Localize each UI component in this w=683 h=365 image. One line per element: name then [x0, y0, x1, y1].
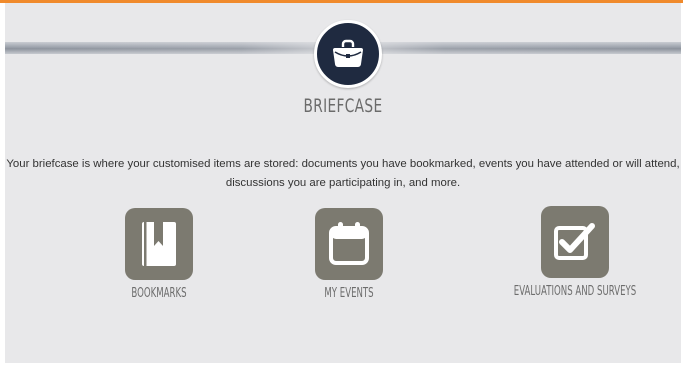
- page-title: BRIEFCASE: [303, 95, 383, 117]
- bookmarks-label[interactable]: BOOKMARKS: [113, 286, 205, 301]
- my-events-label[interactable]: MY EVENTS: [303, 286, 395, 301]
- calendar-icon[interactable]: [315, 208, 383, 280]
- intro-line-1: Your briefcase is where your customised …: [6, 158, 680, 170]
- evaluations-surveys-tile[interactable]: EVALUATIONS AND SURVEYS: [475, 206, 675, 299]
- intro-line-2: discussions you are participating in, an…: [225, 177, 461, 189]
- bookmark-icon[interactable]: [125, 208, 193, 280]
- evaluations-surveys-label[interactable]: EVALUATIONS AND SURVEYS: [509, 284, 641, 299]
- checkbox-icon[interactable]: [541, 206, 609, 278]
- intro-text: Your briefcase is where your customised …: [5, 155, 681, 193]
- briefcase-panel: BRIEFCASE Your briefcase is where your c…: [5, 3, 681, 363]
- bookmarks-tile[interactable]: BOOKMARKS: [89, 208, 229, 301]
- briefcase-icon: [314, 20, 382, 88]
- my-events-tile[interactable]: MY EVENTS: [279, 208, 419, 301]
